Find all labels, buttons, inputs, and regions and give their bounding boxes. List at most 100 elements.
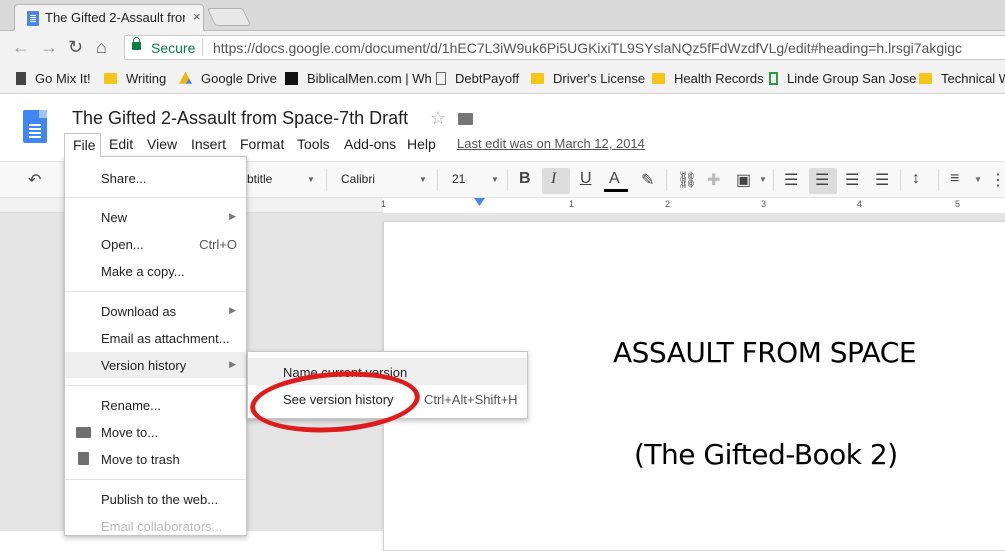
menu-item-label: Publish to the web... bbox=[101, 492, 219, 507]
menu-item-label: Download as bbox=[101, 304, 177, 319]
more-icon[interactable]: ⋮ bbox=[990, 170, 1005, 190]
chevron-down-icon: ▼ bbox=[491, 175, 499, 184]
chevron-down-icon: ▼ bbox=[759, 175, 767, 184]
star-icon[interactable]: ☆ bbox=[430, 108, 446, 129]
page-icon bbox=[436, 72, 446, 85]
file-menu-version-history[interactable]: Version history ▶ bbox=[65, 352, 246, 378]
comment-icon[interactable]: ✚ bbox=[707, 170, 720, 190]
font-size-select[interactable]: 21 bbox=[452, 172, 465, 186]
file-menu-email-collaborators: Email collaborators... bbox=[65, 513, 246, 539]
tab-strip: The Gifted 2-Assault from Space-7th Draf… bbox=[0, 0, 1005, 31]
browser-toolbar: ← → ↻ ⌂ Secure https://docs.google.com/d… bbox=[0, 31, 1005, 64]
menu-tools[interactable]: Tools bbox=[297, 136, 330, 152]
menu-item-shortcut: Ctrl+Alt+Shift+H bbox=[424, 392, 518, 407]
bookmark-drivers-license[interactable]: Driver's License bbox=[531, 71, 645, 86]
font-family-select[interactable]: Calibri bbox=[341, 172, 375, 186]
bookmark-biblicalmen[interactable]: BiblicalMen.com | Wh bbox=[285, 71, 432, 86]
ruler-number: 5 bbox=[955, 199, 961, 209]
document-heading: ASSAULT FROM SPACE bbox=[613, 336, 917, 369]
move-folder-icon[interactable] bbox=[458, 113, 473, 125]
submenu-arrow-icon: ▶ bbox=[229, 359, 236, 369]
line-spacing-icon[interactable]: ↕ bbox=[912, 170, 920, 188]
numbered-list-icon[interactable]: ≡ bbox=[950, 170, 959, 188]
back-icon[interactable]: ← bbox=[12, 37, 30, 58]
file-menu-share[interactable]: Share... bbox=[65, 165, 246, 191]
file-menu-open[interactable]: Open... Ctrl+O bbox=[65, 231, 246, 257]
toolbar-divider bbox=[900, 169, 901, 191]
align-right-icon[interactable]: ☰ bbox=[845, 170, 859, 190]
bookmark-writing[interactable]: Writing bbox=[104, 71, 166, 86]
ruler-number: 1 bbox=[569, 199, 575, 209]
italic-button[interactable]: I bbox=[551, 170, 556, 188]
folder-icon bbox=[919, 73, 932, 84]
link-icon[interactable]: ⛓ bbox=[677, 170, 697, 190]
lock-icon bbox=[132, 37, 141, 50]
file-menu-download-as[interactable]: Download as ▶ bbox=[65, 298, 246, 324]
menu-insert[interactable]: Insert bbox=[191, 136, 226, 152]
toolbar-divider bbox=[773, 169, 774, 191]
underline-button[interactable]: U bbox=[580, 170, 592, 188]
ruler-number: 3 bbox=[761, 199, 767, 209]
bookmark-debtpayoff[interactable]: DebtPayoff bbox=[436, 71, 519, 86]
align-left-icon[interactable]: ☰ bbox=[784, 170, 798, 190]
file-menu-make-copy[interactable]: Make a copy... bbox=[65, 258, 246, 284]
new-tab-button[interactable] bbox=[206, 8, 252, 26]
file-menu-publish[interactable]: Publish to the web... bbox=[65, 486, 246, 512]
menu-item-label: Rename... bbox=[101, 398, 161, 413]
justify-icon[interactable]: ☰ bbox=[875, 170, 889, 190]
file-menu-rename[interactable]: Rename... bbox=[65, 392, 246, 418]
menu-edit[interactable]: Edit bbox=[109, 136, 133, 152]
menu-separator bbox=[65, 291, 246, 292]
bookmark-label: DebtPayoff bbox=[455, 71, 520, 86]
menu-addons[interactable]: Add-ons bbox=[344, 136, 396, 152]
toolbar-divider bbox=[938, 169, 939, 191]
tab-title: The Gifted 2-Assault from Space-7th Draf… bbox=[45, 10, 185, 25]
browser-tab[interactable]: The Gifted 2-Assault from Space-7th Draf… bbox=[14, 4, 204, 31]
menu-view[interactable]: View bbox=[147, 136, 177, 152]
file-menu-email-attachment[interactable]: Email as attachment... bbox=[65, 325, 246, 351]
google-docs-logo-icon[interactable] bbox=[23, 110, 47, 143]
ruler-number: 2 bbox=[665, 199, 671, 209]
file-menu-move-to[interactable]: Move to... bbox=[65, 419, 246, 445]
menu-file[interactable]: File bbox=[64, 133, 101, 157]
text-color-swatch bbox=[604, 189, 628, 192]
bookmark-linde-group[interactable]: Linde Group San Jose bbox=[769, 71, 916, 86]
paragraph-style-select[interactable]: btitle bbox=[247, 172, 272, 186]
bold-button[interactable]: B bbox=[519, 170, 531, 188]
bookmarks-bar: Go Mix It! Writing Google Drive Biblical… bbox=[0, 64, 1005, 94]
file-menu-move-to-trash[interactable]: Move to trash bbox=[65, 446, 246, 472]
menu-format[interactable]: Format bbox=[240, 136, 284, 152]
document-title[interactable]: The Gifted 2-Assault from Space-7th Draf… bbox=[72, 108, 408, 129]
menu-item-shortcut: Ctrl+O bbox=[199, 237, 237, 252]
bookmark-google-drive[interactable]: Google Drive bbox=[179, 71, 277, 86]
last-edit-link[interactable]: Last edit was on March 12, 2014 bbox=[457, 136, 645, 151]
bookmark-go-mix-it[interactable]: Go Mix It! bbox=[16, 71, 91, 86]
url-text[interactable]: https://docs.google.com/document/d/1hEC7… bbox=[213, 40, 962, 56]
address-bar[interactable]: Secure https://docs.google.com/document/… bbox=[124, 35, 1005, 60]
undo-icon[interactable]: ↶ bbox=[28, 170, 41, 190]
menu-item-label: New bbox=[101, 210, 128, 225]
url-divider bbox=[202, 39, 203, 56]
chevron-down-icon: ▼ bbox=[307, 175, 315, 184]
menu-item-label: Open... bbox=[101, 237, 144, 252]
bookmark-label: Linde Group San Jose bbox=[787, 71, 917, 86]
text-color-button[interactable]: A bbox=[609, 170, 620, 188]
bookmark-technical[interactable]: Technical Wr bbox=[919, 71, 1005, 86]
bookmark-label: Writing bbox=[126, 71, 167, 86]
image-icon[interactable]: ▣ bbox=[736, 170, 751, 190]
bookmark-label: Technical Wr bbox=[941, 71, 1005, 86]
highlight-icon[interactable]: ✎ bbox=[641, 170, 654, 190]
folder-icon bbox=[531, 73, 544, 84]
gomixit-icon bbox=[16, 72, 26, 85]
align-center-icon[interactable]: ☰ bbox=[815, 170, 829, 190]
menu-help[interactable]: Help bbox=[407, 136, 436, 152]
reload-icon[interactable]: ↻ bbox=[68, 37, 83, 58]
forward-icon[interactable]: → bbox=[40, 37, 58, 58]
home-icon[interactable]: ⌂ bbox=[96, 37, 107, 58]
file-menu-new[interactable]: New ▶ bbox=[65, 204, 246, 230]
bookmark-health-records[interactable]: Health Records bbox=[652, 71, 764, 86]
bookmark-label: Driver's License bbox=[553, 71, 646, 86]
menu-item-label: Email as attachment... bbox=[101, 331, 230, 346]
docs-favicon-icon bbox=[27, 11, 39, 26]
tab-close-icon[interactable]: × bbox=[193, 9, 201, 24]
